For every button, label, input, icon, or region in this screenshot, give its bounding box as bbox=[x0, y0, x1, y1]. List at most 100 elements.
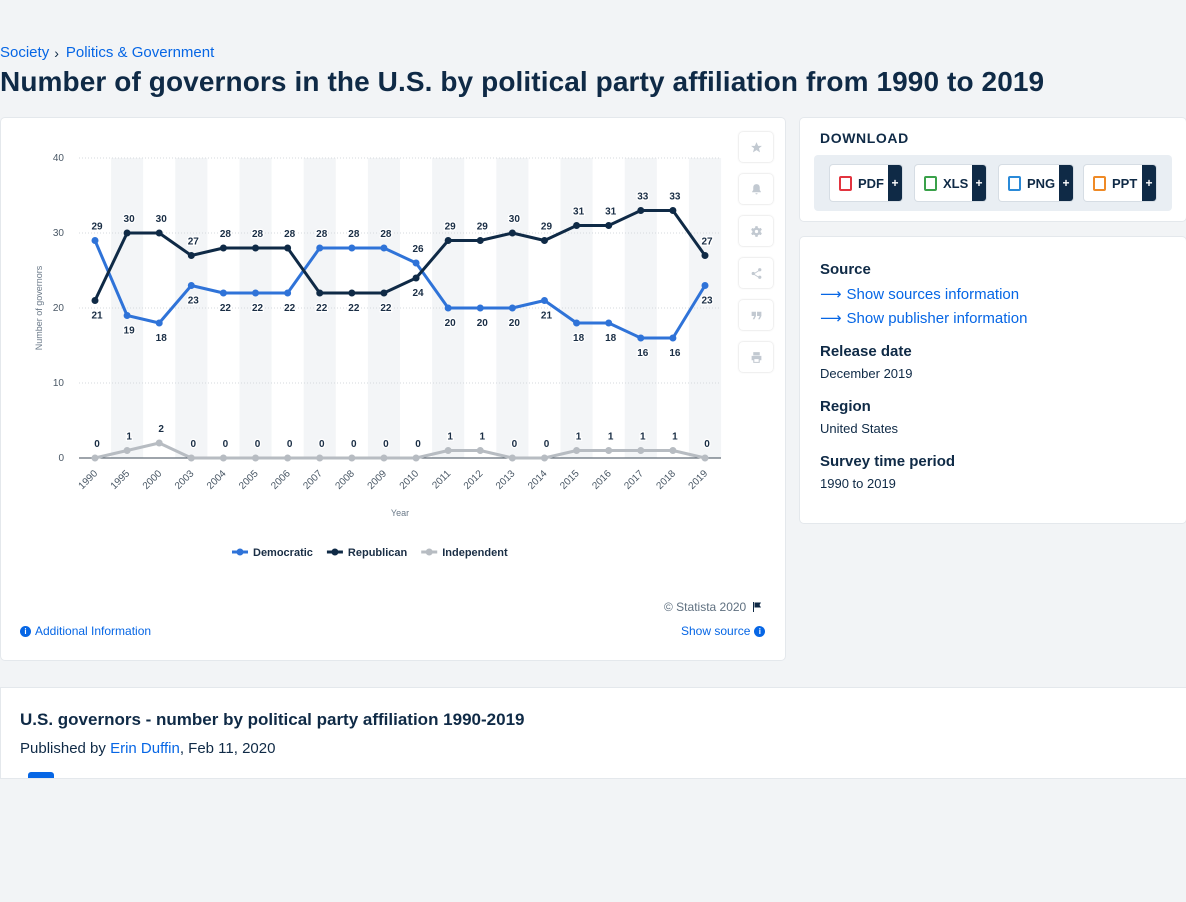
x-tick-label: 2017 bbox=[622, 468, 646, 492]
show-sources-link[interactable]: ⟶ Show sources information bbox=[820, 285, 1019, 304]
data-label-republican: 28 bbox=[284, 229, 296, 240]
flag-icon[interactable] bbox=[751, 601, 763, 613]
settings-button[interactable] bbox=[739, 216, 773, 246]
x-tick-label: 2009 bbox=[366, 468, 390, 492]
data-point-democratic bbox=[412, 259, 420, 267]
download-pdf-button[interactable]: PDF + bbox=[830, 165, 902, 201]
data-label-democratic: 23 bbox=[701, 296, 713, 307]
data-point-republican bbox=[669, 207, 677, 214]
data-point-democratic bbox=[219, 289, 227, 297]
data-label-independent: 0 bbox=[544, 439, 550, 450]
data-point-independent bbox=[252, 454, 260, 462]
data-label-democratic: 20 bbox=[445, 318, 457, 329]
x-tick-label: 1995 bbox=[109, 468, 133, 492]
data-point-republican bbox=[187, 252, 195, 259]
data-label-democratic: 18 bbox=[573, 333, 585, 344]
y-tick-label: 10 bbox=[53, 378, 65, 389]
data-point-independent bbox=[348, 454, 356, 462]
x-tick-label: 2003 bbox=[173, 468, 197, 492]
data-label-democratic: 20 bbox=[509, 318, 521, 329]
lower-background bbox=[0, 778, 1186, 902]
xls-file-icon bbox=[924, 175, 937, 191]
data-point-independent bbox=[219, 454, 227, 462]
data-point-independent bbox=[637, 447, 645, 454]
favorite-button[interactable] bbox=[739, 132, 773, 162]
data-label-democratic: 18 bbox=[156, 333, 168, 344]
data-point-republican bbox=[252, 244, 260, 252]
download-xls-label: XLS bbox=[943, 175, 969, 191]
data-point-independent bbox=[412, 454, 420, 462]
x-tick-label: 2016 bbox=[590, 468, 614, 492]
print-icon bbox=[751, 351, 761, 363]
data-point-democratic bbox=[573, 319, 581, 327]
download-xls-button[interactable]: XLS + bbox=[915, 165, 986, 201]
download-png-label: PNG bbox=[1027, 175, 1056, 191]
download-png-button[interactable]: PNG + bbox=[999, 165, 1073, 201]
plus-icon: + bbox=[1059, 165, 1073, 201]
y-tick-label: 0 bbox=[58, 453, 64, 464]
data-point-independent bbox=[380, 454, 388, 462]
cite-button[interactable] bbox=[739, 300, 773, 330]
data-label-republican: 29 bbox=[477, 222, 489, 233]
download-ppt-button[interactable]: PPT + bbox=[1084, 165, 1156, 201]
show-publisher-link[interactable]: ⟶ Show publisher information bbox=[820, 309, 1027, 328]
data-label-democratic: 26 bbox=[412, 244, 424, 255]
data-point-republican bbox=[605, 222, 613, 229]
data-label-republican: 29 bbox=[541, 222, 553, 233]
data-point-republican bbox=[637, 207, 645, 214]
data-point-republican bbox=[701, 252, 709, 259]
data-label-independent: 0 bbox=[255, 439, 261, 450]
quote-icon bbox=[751, 311, 761, 319]
author-link[interactable]: Erin Duffin bbox=[110, 740, 180, 757]
print-button[interactable] bbox=[739, 342, 773, 372]
additional-information-link[interactable]: i Additional Information bbox=[20, 624, 151, 638]
legend-label-republican: Republican bbox=[348, 547, 408, 559]
breadcrumb-politics[interactable]: Politics & Government bbox=[66, 44, 214, 61]
data-point-independent bbox=[701, 454, 709, 462]
show-source-link[interactable]: Show source i bbox=[681, 624, 766, 638]
data-point-republican bbox=[123, 229, 131, 237]
share-button[interactable] bbox=[739, 258, 773, 288]
data-label-democratic: 28 bbox=[316, 229, 328, 240]
data-label-republican: 28 bbox=[252, 229, 264, 240]
data-label-republican: 27 bbox=[701, 237, 713, 248]
data-label-republican: 31 bbox=[573, 207, 585, 218]
data-label-independent: 0 bbox=[415, 439, 421, 450]
region-label: Region bbox=[820, 398, 871, 415]
data-label-republican: 28 bbox=[220, 229, 232, 240]
data-label-republican: 21 bbox=[91, 311, 103, 322]
share-icon bbox=[751, 267, 761, 279]
data-point-democratic bbox=[476, 304, 484, 312]
data-label-democratic: 23 bbox=[188, 296, 200, 307]
x-tick-label: 2019 bbox=[687, 468, 711, 492]
data-point-democratic bbox=[348, 244, 356, 252]
data-point-independent bbox=[573, 447, 581, 454]
data-label-republican: 30 bbox=[124, 214, 136, 225]
article-title: U.S. governors - number by political par… bbox=[20, 710, 525, 729]
data-point-republican bbox=[91, 297, 99, 304]
data-label-democratic: 22 bbox=[284, 303, 296, 314]
data-point-democratic bbox=[284, 289, 292, 297]
data-label-democratic: 18 bbox=[605, 333, 617, 344]
data-point-independent bbox=[155, 439, 163, 447]
data-point-republican bbox=[412, 274, 420, 282]
x-tick-label: 2015 bbox=[558, 468, 582, 492]
data-label-independent: 2 bbox=[158, 424, 164, 435]
data-point-independent bbox=[476, 447, 484, 454]
notification-button[interactable] bbox=[739, 174, 773, 204]
data-label-democratic: 19 bbox=[124, 326, 136, 337]
y-tick-label: 30 bbox=[53, 228, 65, 239]
data-label-republican: 27 bbox=[188, 237, 200, 248]
data-label-democratic: 20 bbox=[477, 318, 489, 329]
data-label-independent: 1 bbox=[640, 432, 646, 443]
data-point-independent bbox=[669, 447, 677, 454]
data-point-democratic bbox=[316, 244, 324, 252]
data-point-independent bbox=[91, 454, 99, 462]
article-badge bbox=[28, 772, 54, 778]
release-date-label: Release date bbox=[820, 343, 912, 360]
y-tick-label: 40 bbox=[53, 153, 65, 164]
breadcrumb-society[interactable]: Society bbox=[0, 44, 49, 61]
x-tick-label: 2012 bbox=[462, 468, 486, 492]
y-tick-label: 20 bbox=[53, 303, 65, 314]
data-label-independent: 1 bbox=[608, 432, 614, 443]
